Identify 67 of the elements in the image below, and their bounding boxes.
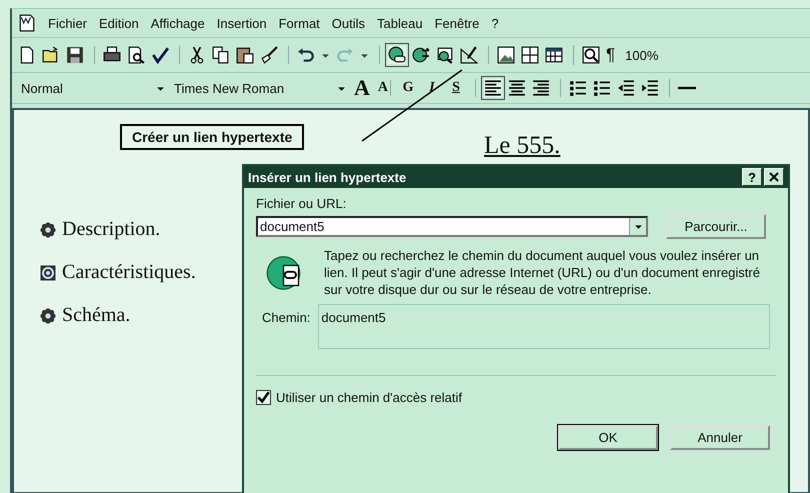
- table-grid-icon[interactable]: [521, 46, 539, 64]
- format-button[interactable]: I: [423, 80, 442, 96]
- url-label: Fichier ou URL:: [256, 196, 346, 211]
- align-center-icon[interactable]: [508, 79, 526, 97]
- cancel-button[interactable]: Annuler: [670, 425, 770, 450]
- checkmark-icon[interactable]: [151, 46, 169, 64]
- increase-indent-icon[interactable]: [641, 79, 660, 97]
- document-title: Le 555.: [484, 132, 560, 160]
- path-label: Chemin:: [262, 310, 310, 325]
- font-dropdown[interactable]: Times New Roman: [171, 78, 335, 98]
- copy-icon[interactable]: [212, 46, 230, 64]
- folder-icon[interactable]: [42, 46, 60, 64]
- boxed-flower-bullet-icon: [40, 264, 56, 280]
- description-text: Tapez ou recherchez le chemin du document auquel vous voulez insérer un lien. Il peut s'agir d'une adresse Internet (URL) ou d'un document enregistré sur votre disque dur ou sur le réseau de votre entreprise.: [324, 247, 761, 298]
- url-combobox[interactable]: document5: [256, 216, 648, 237]
- align-left-icon[interactable]: [484, 79, 502, 97]
- printer-icon[interactable]: [103, 46, 121, 64]
- bulleted-list-icon[interactable]: [593, 79, 612, 97]
- menu-item[interactable]: Fenêtre: [434, 16, 480, 30]
- bullet-text: Caractéristiques.: [62, 261, 196, 284]
- pilcrow-button[interactable]: ¶: [606, 45, 616, 65]
- scissors-icon[interactable]: [188, 46, 206, 64]
- help-button[interactable]: ?: [742, 168, 762, 186]
- magnifier-page-icon[interactable]: [582, 46, 600, 64]
- paintbrush-icon[interactable]: [260, 46, 278, 64]
- callout-label: Créer un lien hypertexte: [120, 124, 304, 150]
- undo-arrow-icon[interactable]: [297, 46, 315, 64]
- bullet-text: Schéma.: [62, 304, 130, 327]
- zoom-field[interactable]: 100%: [621, 46, 662, 64]
- new-document-icon[interactable]: [18, 46, 36, 64]
- globe-link-icon[interactable]: [388, 46, 406, 64]
- checkbox-label[interactable]: Utiliser un chemin d'accès relatif: [276, 390, 462, 405]
- menu-item[interactable]: Format: [278, 16, 320, 30]
- close-button[interactable]: [764, 168, 784, 186]
- globe-magnifier-icon[interactable]: [436, 46, 454, 64]
- format-button[interactable]: S: [447, 80, 466, 96]
- menu-item[interactable]: Fichier: [48, 16, 88, 30]
- browse-button[interactable]: Parcourir...: [666, 214, 766, 239]
- menu-item[interactable]: Outils: [332, 16, 366, 30]
- flower-bullet-icon: [40, 222, 56, 238]
- page-magnifier-icon[interactable]: [127, 46, 145, 64]
- checkbox[interactable]: [256, 390, 271, 405]
- align-right-icon[interactable]: [532, 79, 550, 97]
- close-icon: [769, 172, 779, 182]
- menu-item[interactable]: Insertion: [216, 16, 267, 30]
- shrink-font-button[interactable]: A: [378, 80, 388, 96]
- style-dropdown[interactable]: Normal: [18, 78, 154, 98]
- dialog-title: Insérer un lien hypertexte: [248, 170, 406, 184]
- grow-font-button[interactable]: A: [354, 75, 370, 101]
- clipboard-icon[interactable]: [236, 46, 254, 64]
- menu-item[interactable]: Affichage: [150, 16, 205, 30]
- picture-frame-icon[interactable]: [497, 46, 515, 64]
- ok-button[interactable]: OK: [558, 425, 658, 450]
- spreadsheet-icon[interactable]: [545, 46, 563, 64]
- menu-item[interactable]: ?: [491, 16, 499, 30]
- flower-bullet-icon: [40, 308, 56, 324]
- document-icon[interactable]: [18, 14, 36, 32]
- decrease-indent-icon[interactable]: [617, 79, 636, 97]
- bullet-text: Description.: [62, 218, 160, 241]
- drawing-tools-icon[interactable]: [460, 46, 478, 64]
- globe-arrows-icon[interactable]: [412, 46, 430, 64]
- menu-item[interactable]: Tableau: [377, 16, 423, 30]
- format-button[interactable]: G: [399, 80, 418, 96]
- redo-arrow-icon: [336, 46, 354, 64]
- path-field: document5: [318, 304, 770, 349]
- checkmark-icon: [257, 391, 270, 404]
- menu-item[interactable]: Edition: [99, 16, 139, 30]
